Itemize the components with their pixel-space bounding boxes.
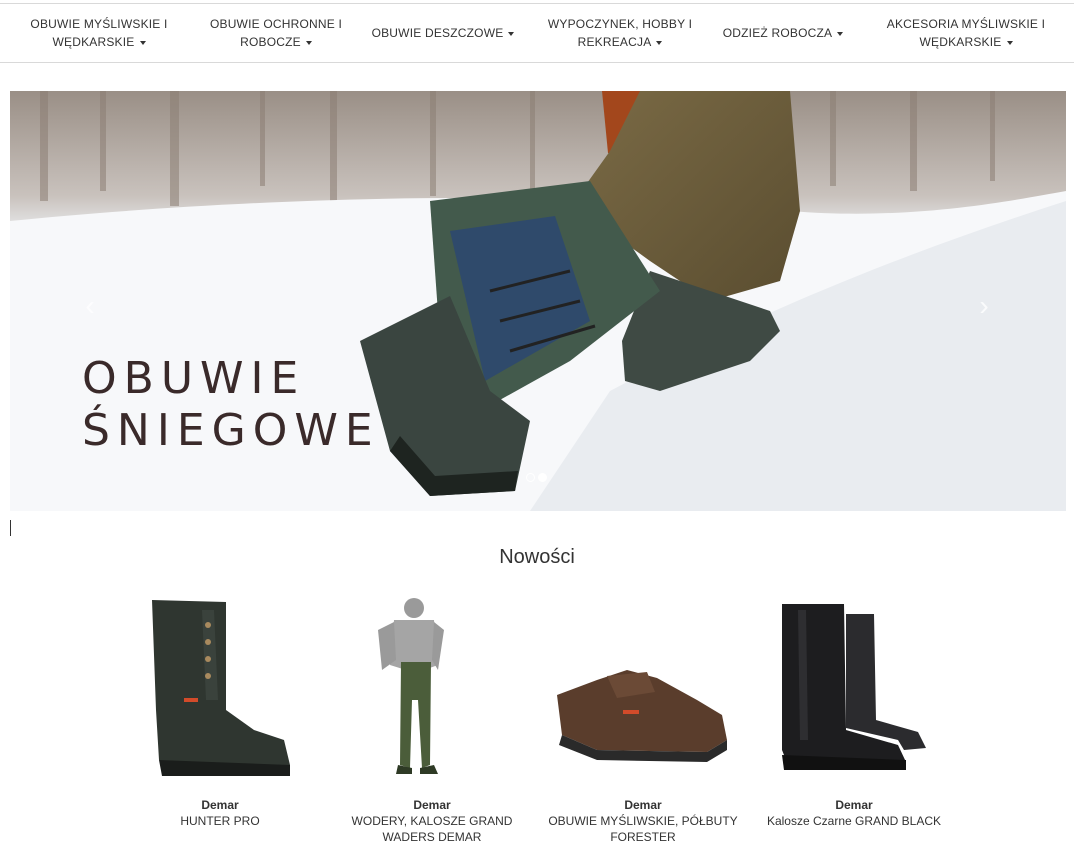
product-image-hunter-pro: [152, 600, 290, 776]
news-section-title: Nowości: [499, 546, 575, 568]
hero-title: OBUWIE ŚNIEGOWE: [82, 353, 380, 457]
nav-item-protective-work-footwear[interactable]: OBUWIE OCHRONNE I ROBOCZE: [198, 4, 354, 62]
hero-title-line1: OBUWIE: [82, 353, 306, 404]
carousel-next-button[interactable]: ›: [972, 291, 996, 321]
product-card[interactable]: Demar WODERY, KALOSZE GRAND WADERS DEMAR: [326, 590, 538, 845]
product-name[interactable]: OBUWIE MYŚLIWSKIE, PÓŁBUTY FORESTER: [537, 813, 749, 845]
product-card[interactable]: Demar HUNTER PRO: [114, 590, 326, 829]
caret-down-icon: [508, 31, 515, 36]
product-brand: Demar: [835, 798, 873, 812]
product-image-forester-shoes: [557, 670, 727, 762]
carousel-indicators: [526, 473, 547, 482]
nav-label-line2: ROBOCZE: [240, 35, 301, 49]
product-image-waders: [378, 598, 444, 774]
nav-item-work-clothing[interactable]: ODZIEŻ ROBOCZA: [708, 4, 858, 62]
product-name[interactable]: HUNTER PRO: [114, 813, 326, 829]
nav-item-hunting-fishing-accessories[interactable]: AKCESORIA MYŚLIWSKIE I WĘDKARSKIE: [858, 4, 1074, 62]
nav-label: WYPOCZYNEK, HOBBY I: [547, 17, 693, 31]
product-name[interactable]: WODERY, KALOSZE GRAND WADERS DEMAR: [326, 813, 538, 845]
carousel-prev-button[interactable]: ‹: [78, 291, 102, 321]
caret-down-icon: [305, 40, 312, 45]
product-name[interactable]: Kalosze Czarne GRAND BLACK: [748, 813, 960, 829]
product-card[interactable]: Demar Kalosze Czarne GRAND BLACK: [748, 590, 960, 829]
nav-label: OBUWIE MYŚLIWSKIE I: [30, 17, 168, 31]
carousel-dot-2[interactable]: [538, 473, 547, 482]
nav-item-rain-footwear[interactable]: OBUWIE DESZCZOWE: [354, 4, 532, 62]
caret-down-icon: [656, 40, 663, 45]
main-navigation: OBUWIE MYŚLIWSKIE I WĘDKARSKIE OBUWIE OCH…: [0, 3, 1074, 63]
caret-down-icon: [1006, 40, 1013, 45]
nav-item-hunting-fishing-footwear[interactable]: OBUWIE MYŚLIWSKIE I WĘDKARSKIE: [0, 4, 198, 62]
product-brand: Demar: [624, 798, 662, 812]
caret-down-icon: [837, 31, 844, 36]
carousel-dot-1[interactable]: [526, 473, 535, 482]
nav-item-leisure-hobby[interactable]: WYPOCZYNEK, HOBBY I REKREACJA: [532, 4, 708, 62]
hero-title-line2: ŚNIEGOWE: [82, 405, 380, 456]
nav-label: OBUWIE OCHRONNE I: [209, 17, 343, 31]
hero-carousel[interactable]: OBUWIE ŚNIEGOWE ‹ ›: [10, 91, 1066, 511]
product-brand: Demar: [413, 798, 451, 812]
nav-label: ODZIEŻ ROBOCZA: [722, 26, 833, 40]
nav-label: OBUWIE DESZCZOWE: [371, 26, 504, 40]
nav-label: AKCESORIA MYŚLIWSKIE I: [886, 17, 1046, 31]
nav-label-line2: REKREACJA: [577, 35, 652, 49]
caret-down-icon: [139, 40, 146, 45]
product-brand: Demar: [201, 798, 239, 812]
text-cursor: [10, 520, 11, 536]
product-image-grand-black-boots: [782, 604, 926, 770]
nav-label-line2: WĘDKARSKIE: [52, 35, 135, 49]
nav-label-line2: WĘDKARSKIE: [919, 35, 1002, 49]
product-card[interactable]: Demar OBUWIE MYŚLIWSKIE, PÓŁBUTY FORESTE…: [537, 590, 749, 845]
